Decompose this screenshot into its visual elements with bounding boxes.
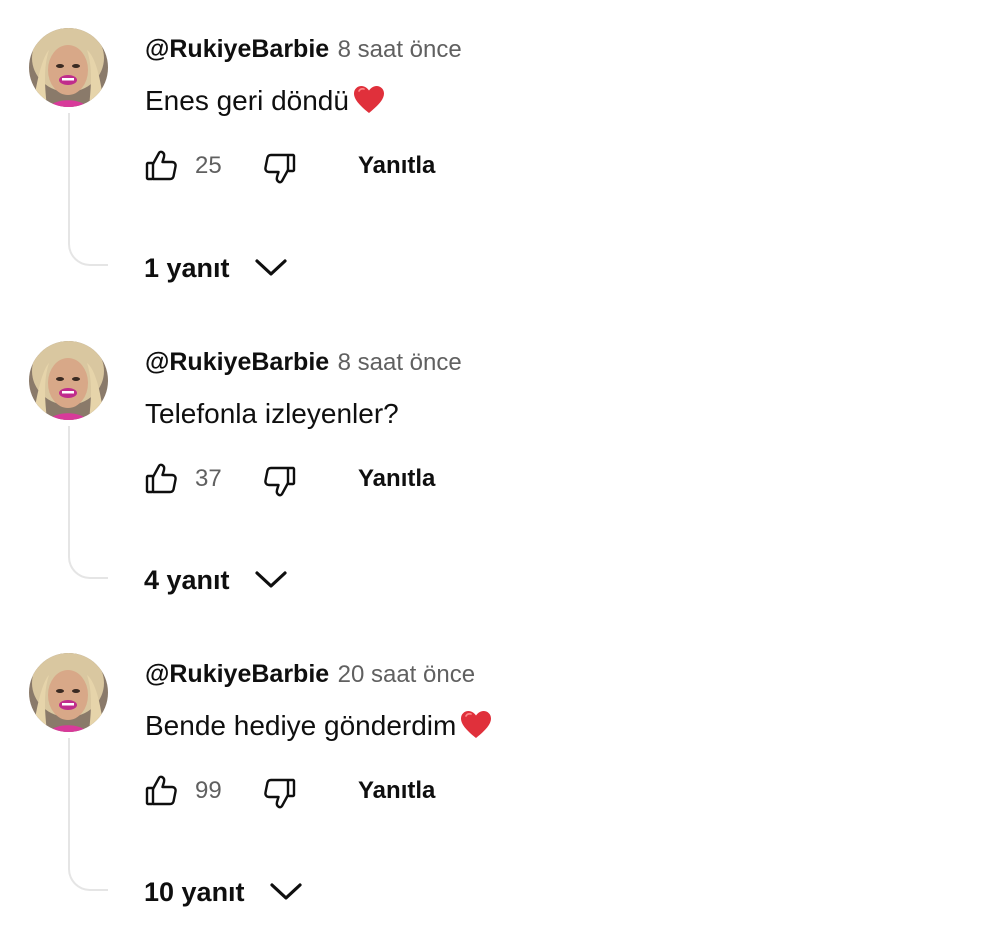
author-name[interactable]: @RukiyeBarbie <box>145 660 329 688</box>
thread-connector-line <box>68 738 108 891</box>
comment-item: @RukiyeBarbie 20 saat önce Bende hediye … <box>0 625 988 925</box>
comment-text: Bende hediye gönderdim <box>145 709 492 743</box>
red-heart-emoji <box>461 711 492 738</box>
thumbs-down-icon[interactable] <box>261 775 297 811</box>
comment-header: @RukiyeBarbie 8 saat önce <box>145 347 462 377</box>
thumbs-down-icon[interactable] <box>261 150 297 186</box>
thread-connector-line <box>68 113 108 266</box>
comment-actions: 25 Yanıtla <box>144 146 544 186</box>
avatar[interactable] <box>29 653 108 732</box>
thread-connector-line <box>68 426 108 579</box>
comment-item: @RukiyeBarbie 8 saat önce Enes geri dönd… <box>0 0 988 300</box>
replies-count-label: 10 yanıt <box>144 877 245 907</box>
thumbs-up-icon[interactable] <box>144 461 180 497</box>
avatar[interactable] <box>29 341 108 420</box>
like-count: 37 <box>195 465 222 492</box>
replies-count-label: 1 yanıt <box>144 253 230 283</box>
thumbs-down-icon[interactable] <box>261 463 297 499</box>
view-replies-button[interactable]: 1 yanıt <box>144 250 288 286</box>
view-replies-button[interactable]: 4 yanıt <box>144 562 288 598</box>
view-replies-button[interactable]: 10 yanıt <box>144 874 303 910</box>
author-name[interactable]: @RukiyeBarbie <box>145 348 329 376</box>
comment-text: Enes geri döndü <box>145 84 385 118</box>
chevron-down-icon <box>255 259 287 276</box>
reply-button[interactable]: Yanıtla <box>358 152 435 180</box>
author-name[interactable]: @RukiyeBarbie <box>145 35 329 63</box>
comment-body: Telefonla izleyenler? <box>145 398 399 429</box>
thumbs-up-icon[interactable] <box>144 773 180 809</box>
like-count: 25 <box>195 152 222 179</box>
red-heart-emoji <box>353 86 384 113</box>
reply-button[interactable]: Yanıtla <box>358 777 435 805</box>
comment-item: @RukiyeBarbie 8 saat önce Telefonla izle… <box>0 313 988 613</box>
comment-text: Telefonla izleyenler? <box>145 397 399 431</box>
like-count: 99 <box>195 777 222 804</box>
comment-body: Bende hediye gönderdim <box>145 710 457 741</box>
reply-button[interactable]: Yanıtla <box>358 465 435 493</box>
avatar[interactable] <box>29 28 108 107</box>
comment-body: Enes geri döndü <box>145 85 349 116</box>
replies-count-label: 4 yanıt <box>144 565 230 595</box>
chevron-down-icon <box>270 883 302 900</box>
comment-header: @RukiyeBarbie 8 saat önce <box>145 34 462 64</box>
thumbs-up-icon[interactable] <box>144 148 180 184</box>
comment-actions: 99 Yanıtla <box>144 771 544 811</box>
comment-timestamp[interactable]: 20 saat önce <box>338 661 475 688</box>
chevron-down-icon <box>255 571 287 588</box>
comment-header: @RukiyeBarbie 20 saat önce <box>145 659 475 689</box>
comment-actions: 37 Yanıtla <box>144 459 544 499</box>
comment-timestamp[interactable]: 8 saat önce <box>338 349 462 376</box>
comment-timestamp[interactable]: 8 saat önce <box>338 36 462 63</box>
